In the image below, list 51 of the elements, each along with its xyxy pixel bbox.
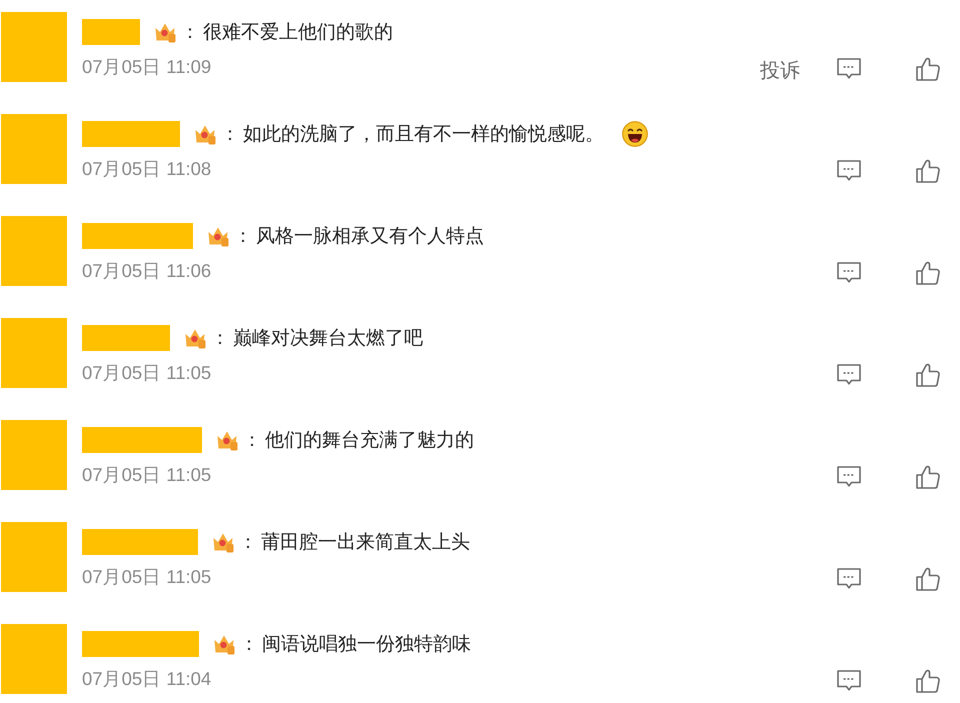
comment-text: 闽语说唱独一份独特韵味 — [262, 633, 471, 657]
crown-badge-icon — [154, 21, 176, 43]
thumbs-up-icon[interactable] — [916, 261, 940, 285]
colon-separator: ： — [242, 429, 262, 453]
crown-badge-icon — [194, 123, 216, 145]
comment-icon[interactable] — [837, 160, 861, 182]
colon-separator: ： — [238, 531, 258, 555]
redacted-avatar — [1, 522, 67, 592]
colon-separator: ： — [220, 123, 240, 147]
comment-icon[interactable] — [837, 58, 861, 80]
crown-badge-icon — [216, 429, 238, 451]
redacted-avatar — [1, 216, 67, 286]
thumbs-up-icon[interactable] — [916, 669, 940, 693]
crown-badge-icon — [212, 531, 234, 553]
comment-text: 巅峰对决舞台太燃了吧 — [233, 327, 423, 351]
thumbs-up-icon[interactable] — [916, 57, 940, 81]
crown-badge-icon — [184, 327, 206, 349]
comment-time: 07月05日 11:05 — [82, 463, 212, 487]
thumbs-up-icon[interactable] — [916, 465, 940, 489]
redacted-avatar — [1, 318, 67, 388]
comment-icon[interactable] — [837, 466, 861, 488]
comment-time: 07月05日 11:05 — [82, 361, 212, 385]
comment-text: 他们的舞台充满了魅力的 — [265, 429, 474, 453]
crown-badge-icon — [207, 225, 229, 247]
comment-icon[interactable] — [837, 670, 861, 692]
crown-badge-icon — [213, 633, 235, 655]
comment-icon[interactable] — [837, 262, 861, 284]
redacted-avatar — [1, 114, 67, 184]
colon-separator: ： — [180, 21, 200, 45]
redacted-avatar — [1, 420, 67, 490]
comment-time: 07月05日 11:06 — [82, 259, 212, 283]
comment-time: 07月05日 11:04 — [82, 667, 212, 691]
redacted-username — [82, 19, 140, 45]
colon-separator: ： — [233, 225, 253, 249]
comment-time: 07月05日 11:08 — [82, 157, 212, 181]
redacted-avatar — [1, 12, 67, 82]
colon-separator: ： — [239, 633, 259, 657]
thumbs-up-icon[interactable] — [916, 363, 940, 387]
comment-text: 如此的洗脑了，而且有不一样的愉悦感呢。 — [243, 123, 604, 147]
comment-text: 莆田腔一出来简直太上头 — [261, 531, 470, 555]
comment-icon[interactable] — [837, 364, 861, 386]
thumbs-up-icon[interactable] — [916, 159, 940, 183]
comment-icon[interactable] — [837, 568, 861, 590]
thumbs-up-icon[interactable] — [916, 567, 940, 591]
comment-text: 风格一脉相承又有个人特点 — [256, 225, 484, 249]
comment-time: 07月05日 11:05 — [82, 565, 212, 589]
redacted-avatar — [1, 624, 67, 694]
comment-text: 很难不爱上他们的歌的 — [203, 21, 393, 45]
colon-separator: ： — [210, 327, 230, 351]
comment-time: 07月05日 11:09 — [82, 55, 212, 79]
report-button[interactable]: 投诉 — [760, 59, 800, 83]
